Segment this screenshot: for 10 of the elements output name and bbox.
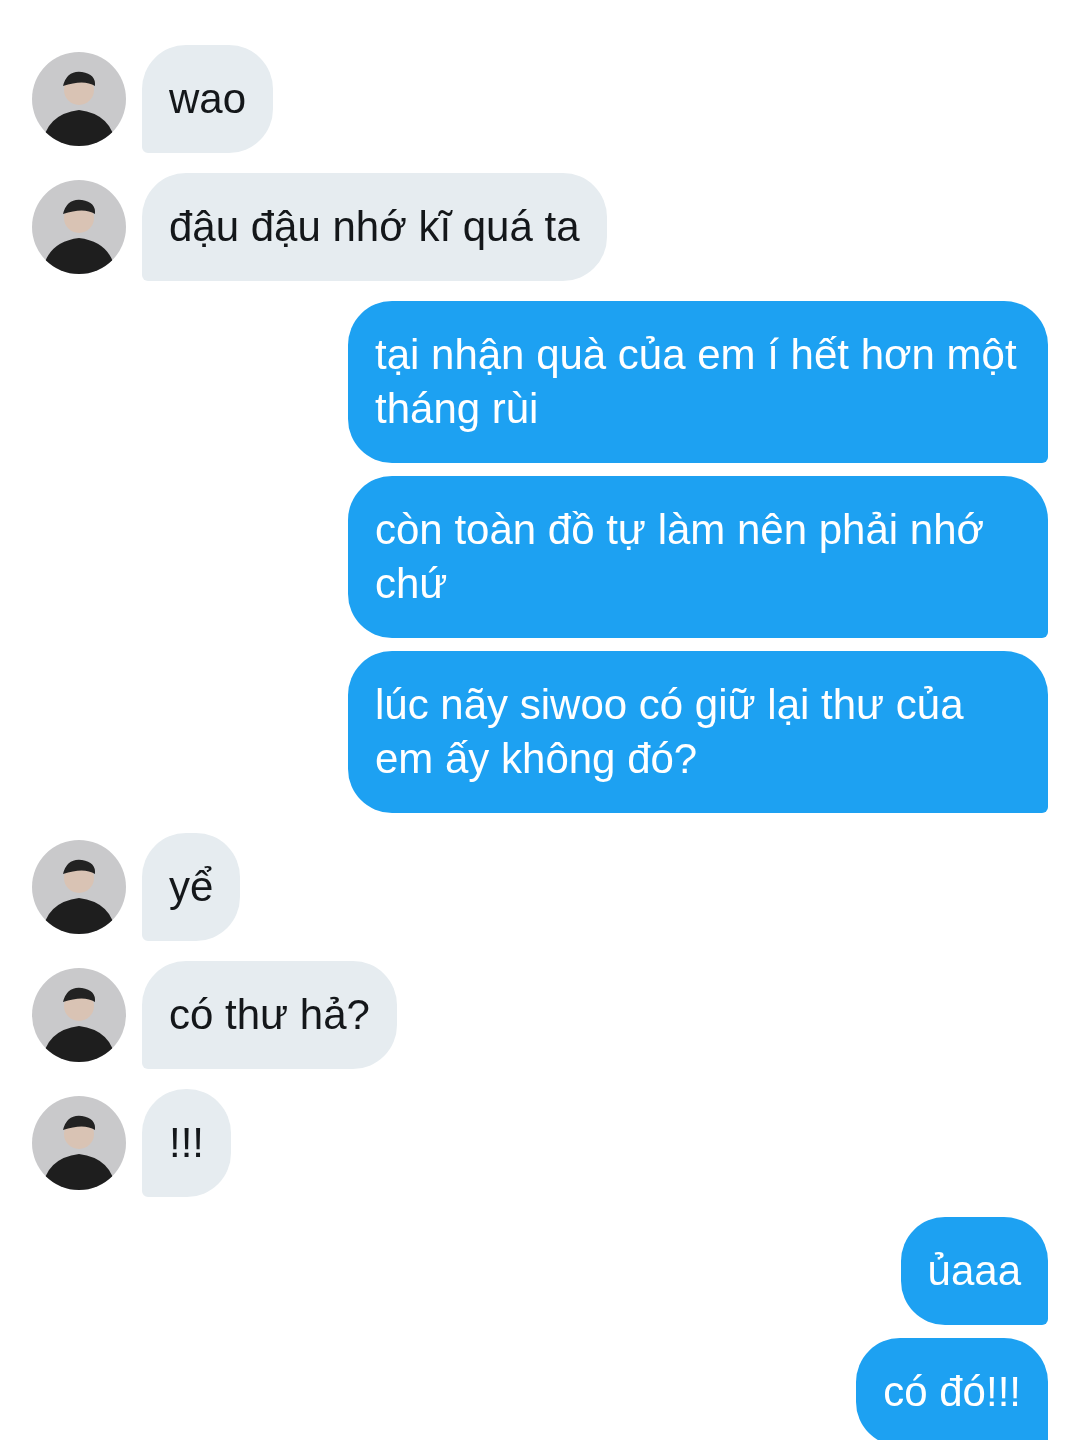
received-message: !!! bbox=[142, 1089, 231, 1197]
sent-message: lúc nãy siwoo có giữ lại thư của em ấy không đó? bbox=[348, 651, 1048, 813]
received-message: wao bbox=[142, 45, 274, 153]
sent-message: tại nhận quà của em í hết hơn một tháng rùi bbox=[348, 301, 1048, 463]
received-message: yể bbox=[142, 833, 241, 941]
sent-message: còn toàn đồ tự làm nên phải nhớ chứ bbox=[348, 476, 1048, 638]
received-message: đậu đậu nhớ kĩ quá ta bbox=[142, 173, 607, 281]
received-message: có thư hả? bbox=[142, 961, 397, 1069]
sent-message: ủaaa bbox=[900, 1217, 1048, 1325]
sent-message: có đó!!! bbox=[856, 1338, 1048, 1440]
